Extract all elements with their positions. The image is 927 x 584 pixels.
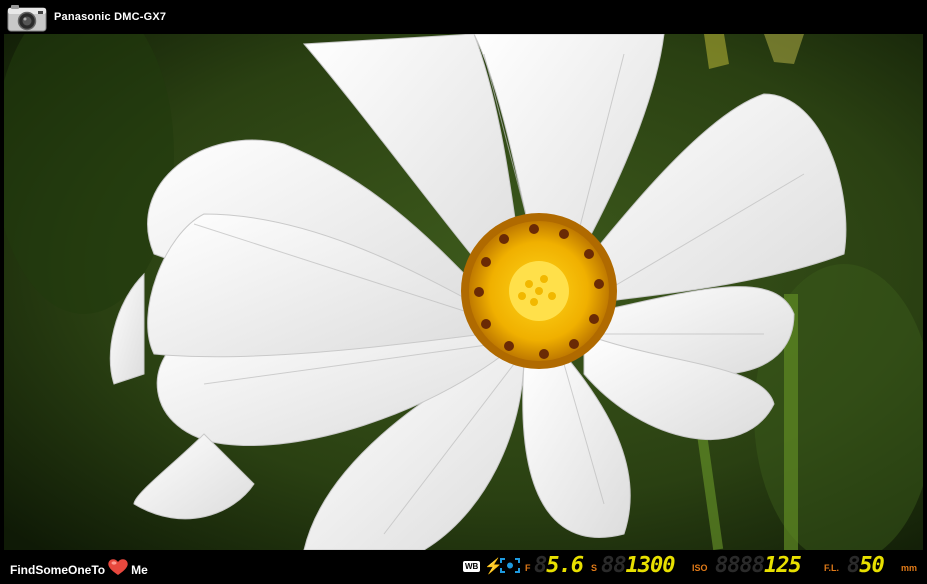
exif-bar: FindSomeOneTo Me WB ⚡ 85.6 F S 881300 ISO… [0, 550, 927, 584]
focal-length-value: 50 [859, 553, 884, 578]
focal-length-display: 850 [847, 553, 885, 578]
heart-icon [108, 559, 128, 575]
aperture-value: 5.6 [546, 553, 584, 578]
metering-icon [500, 558, 520, 573]
white-balance-badge: WB [463, 561, 481, 572]
iso-value: 125 [763, 553, 802, 578]
shutter-label: S [591, 563, 598, 573]
iso-display: 8888125 [715, 553, 802, 578]
shutter-value: 1300 [625, 553, 676, 578]
brand-text-prefix: FindSomeOneTo [10, 563, 106, 577]
shutter-display: 881300 [601, 553, 676, 578]
exif-readout: WB ⚡ 85.6 F S 881300 ISO 8888125 F.L. 85… [463, 552, 923, 582]
aperture-display: 85.6 [534, 553, 584, 578]
camera-model: Panasonic DMC-GX7 [54, 11, 167, 23]
brand-logo: FindSomeOneTo Me [10, 558, 148, 577]
aperture-label: F [525, 563, 531, 573]
iso-label: ISO [692, 563, 708, 573]
focal-length-label: F.L. [824, 563, 839, 573]
photo-viewer [4, 34, 923, 550]
title-bar: Panasonic DMC-GX7 [0, 0, 927, 34]
camera-icon [7, 5, 47, 32]
focal-length-unit: mm [901, 563, 918, 573]
brand-text-suffix: Me [131, 563, 148, 577]
flower-photo [4, 34, 923, 550]
